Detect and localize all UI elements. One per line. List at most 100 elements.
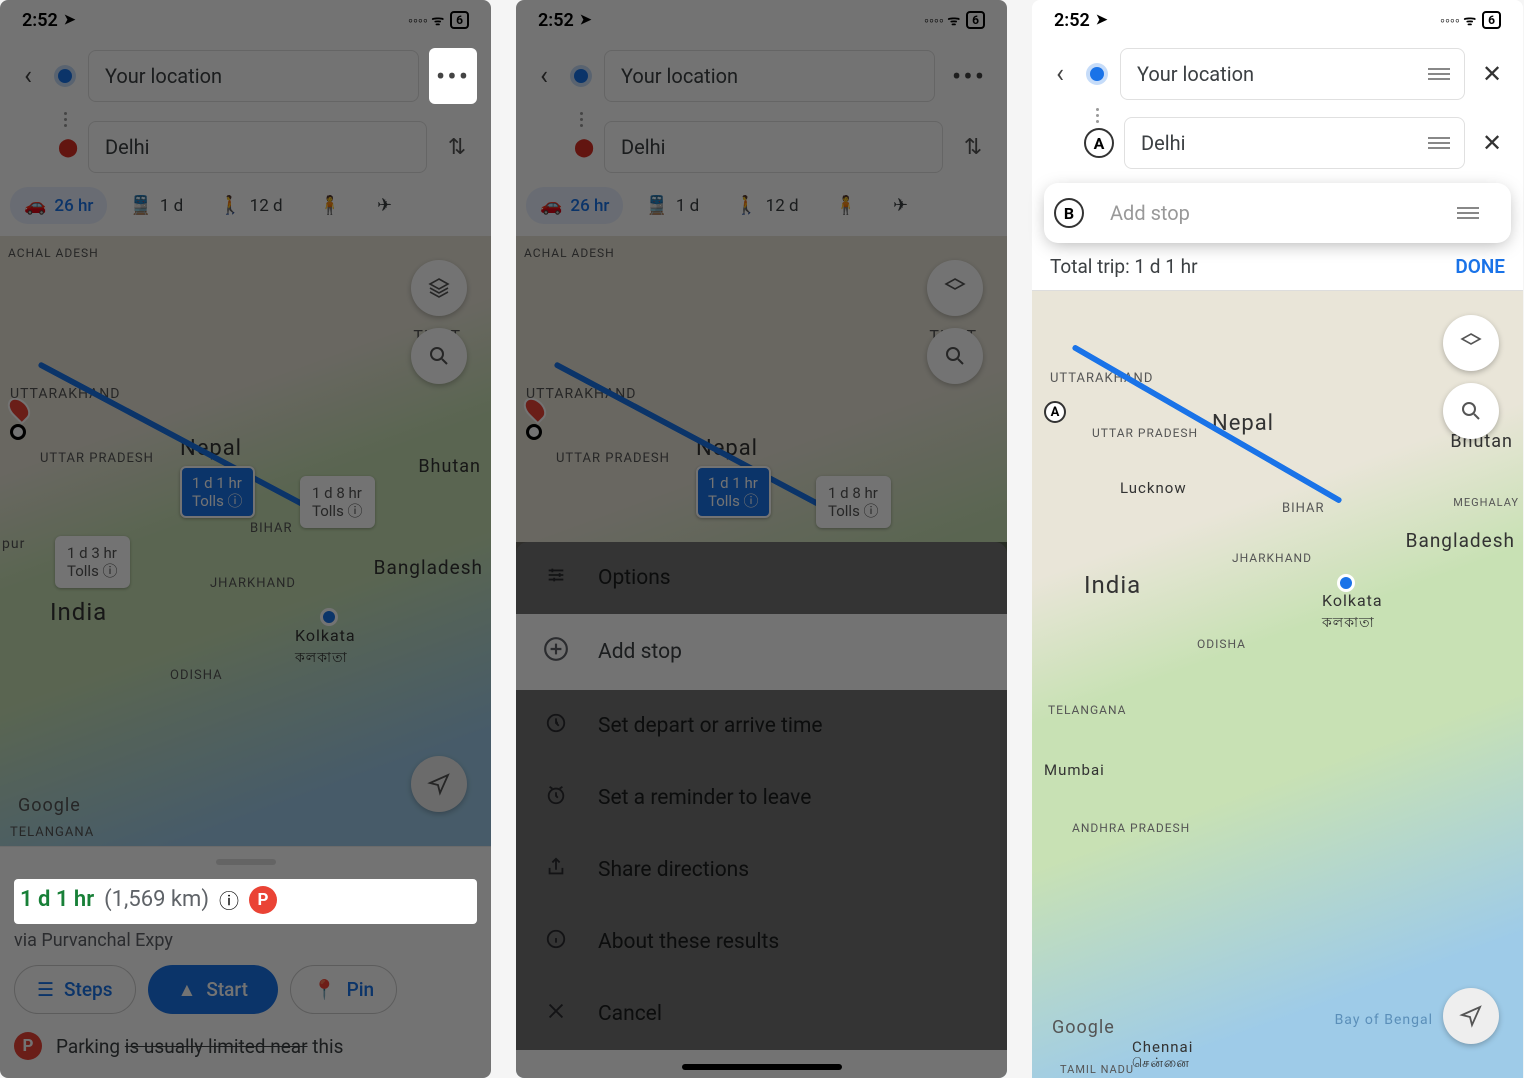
map-label: ANDHRA PRADESH <box>1072 821 1190 835</box>
panel-2-action-sheet: 2:52 ➤ ◦◦◦◦ ᯤ 6 ‹ Your location ••• ⬤ De… <box>516 0 1007 1078</box>
route-bubble-alt1[interactable]: 1 d 8 hrTolls ⓘ <box>816 476 891 528</box>
mode-walk[interactable]: 🚶12 d <box>205 187 296 224</box>
search-map-button[interactable] <box>927 328 983 384</box>
sheet-drag-handle[interactable] <box>216 859 276 865</box>
wifi-icon: ◦◦◦◦ ᯤ <box>408 11 444 30</box>
layers-icon <box>943 276 967 300</box>
map[interactable]: ACHAL ADESH TIBET UTTARAKHAND UTTAR PRAD… <box>0 236 491 846</box>
destination-field[interactable]: Delhi <box>604 121 943 173</box>
map-label: TELANGANA <box>10 825 94 840</box>
destination-pin-icon: ⬤ <box>574 137 588 158</box>
sheet-add-stop[interactable]: Add stop <box>516 614 1007 690</box>
train-icon: 🚆 <box>645 195 667 216</box>
remove-stop-button[interactable]: ✕ <box>1475 60 1509 88</box>
back-button[interactable]: ‹ <box>1046 59 1074 89</box>
map-label: MEGHALAY <box>1453 496 1519 509</box>
map-label: TAMIL NADU <box>1060 1063 1134 1076</box>
home-indicator <box>682 1064 842 1070</box>
share-icon <box>542 856 570 884</box>
car-icon: 🚗 <box>24 195 46 216</box>
map[interactable]: TIBET UTTARAKHAND UTTAR PRADESH Nepal Bh… <box>1032 290 1523 1078</box>
recenter-button[interactable] <box>1443 988 1499 1044</box>
origin-field[interactable]: Your location <box>1120 48 1465 100</box>
route-line <box>1071 344 1342 504</box>
sheet-options[interactable]: Options <box>516 542 1007 614</box>
locate-icon <box>1459 1004 1483 1028</box>
directions-header: ‹ Your location ••• ⬤ Delhi ⇅ <box>0 40 491 179</box>
swap-button[interactable]: ⇅ <box>437 135 477 160</box>
battery-icon: 6 <box>450 11 469 29</box>
sheet-reminder[interactable]: Set a reminder to leave <box>516 762 1007 834</box>
route-distance: (1,569 km) <box>104 887 209 912</box>
origin-dot-icon <box>58 69 72 83</box>
directions-header: ‹ Your location ••• ⬤ Delhi ⇅ <box>516 40 1007 179</box>
mode-drive[interactable]: 🚗26 hr <box>10 187 107 224</box>
add-stop-field[interactable]: Add stop <box>1094 189 1501 237</box>
mode-flight[interactable]: ✈ <box>879 187 922 224</box>
more-options-button[interactable]: ••• <box>945 48 993 104</box>
list-icon: ☰ <box>37 978 54 1001</box>
map-label: Lucknow <box>1120 479 1187 497</box>
map-label: Bhutan <box>418 456 481 477</box>
walk-icon: 🚶 <box>735 195 757 216</box>
back-button[interactable]: ‹ <box>530 61 558 91</box>
battery-icon: 6 <box>966 11 985 29</box>
stop-a-field[interactable]: Delhi <box>1124 117 1465 169</box>
layers-icon <box>427 276 451 300</box>
mode-transit[interactable]: 🚆1 d <box>115 187 197 224</box>
origin-field[interactable]: Your location <box>604 50 935 102</box>
map-label: India <box>50 598 107 626</box>
layers-icon <box>1459 331 1483 355</box>
travel-mode-row: 🚗26 hr 🚆1 d 🚶12 d 🧍 ✈ <box>0 179 491 236</box>
rideshare-icon: 🧍 <box>835 195 857 216</box>
battery-icon: 6 <box>1482 11 1501 29</box>
sheet-share[interactable]: Share directions <box>516 834 1007 906</box>
search-map-button[interactable] <box>411 328 467 384</box>
reorder-handle-icon[interactable] <box>1457 207 1479 219</box>
mode-drive[interactable]: 🚗26 hr <box>526 187 623 224</box>
route-summary-sheet[interactable]: 1 d 1 hr (1,569 km) ⓘ P via Purvanchal E… <box>0 846 491 1078</box>
mode-flight[interactable]: ✈ <box>363 187 406 224</box>
search-map-button[interactable] <box>1443 383 1499 439</box>
route-bubble-alt1[interactable]: 1 d 8 hrTolls ⓘ <box>300 476 375 528</box>
route-bubble-alt2[interactable]: 1 d 3 hrTolls ⓘ <box>55 536 130 588</box>
layers-button[interactable] <box>411 260 467 316</box>
route-bubble-main[interactable]: 1 d 1 hrTolls ⓘ <box>180 466 255 518</box>
recenter-button[interactable] <box>411 756 467 812</box>
origin-field[interactable]: Your location <box>88 50 419 102</box>
reorder-handle-icon[interactable] <box>1428 68 1450 80</box>
more-options-button[interactable]: ••• <box>429 48 477 104</box>
mode-walk[interactable]: 🚶12 d <box>721 187 812 224</box>
walk-icon: 🚶 <box>219 195 241 216</box>
start-button[interactable]: ▲Start <box>148 965 278 1014</box>
back-button[interactable]: ‹ <box>14 61 42 91</box>
swap-button[interactable]: ⇅ <box>953 135 993 160</box>
pin-button[interactable]: 📍Pin <box>290 965 397 1014</box>
remove-stop-button[interactable]: ✕ <box>1475 129 1509 157</box>
reorder-handle-icon[interactable] <box>1428 137 1450 149</box>
route-bubble-main[interactable]: 1 d 1 hrTolls ⓘ <box>696 466 771 518</box>
layers-button[interactable] <box>927 260 983 316</box>
map-label: কলকাতা <box>1322 611 1375 635</box>
sheet-cancel[interactable]: Cancel <box>516 978 1007 1050</box>
sheet-set-time[interactable]: Set depart or arrive time <box>516 690 1007 762</box>
mode-rideshare[interactable]: 🧍 <box>305 187 355 224</box>
origin-marker-icon <box>10 424 26 440</box>
rideshare-icon: 🧍 <box>319 195 341 216</box>
plus-circle-icon <box>542 636 570 668</box>
location-arrow-icon: ➤ <box>580 12 592 28</box>
map-label: Bangladesh <box>374 556 483 579</box>
mode-transit[interactable]: 🚆1 d <box>631 187 713 224</box>
destination-field[interactable]: Delhi <box>88 121 427 173</box>
info-icon[interactable]: ⓘ <box>219 885 239 914</box>
mode-rideshare[interactable]: 🧍 <box>821 187 871 224</box>
route-via: via Purvanchal Expy <box>14 930 477 951</box>
sheet-about[interactable]: About these results <box>516 906 1007 978</box>
steps-button[interactable]: ☰Steps <box>14 965 136 1014</box>
layers-button[interactable] <box>1443 315 1499 371</box>
origin-marker-icon <box>526 424 542 440</box>
plane-icon: ✈ <box>893 195 908 216</box>
google-logo: Google <box>1052 1017 1115 1038</box>
map-label: UTTAR PRADESH <box>556 451 670 466</box>
done-button[interactable]: DONE <box>1455 255 1505 278</box>
